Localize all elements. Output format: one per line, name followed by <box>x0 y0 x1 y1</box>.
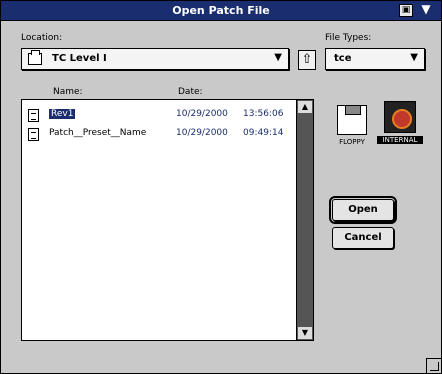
file-name: Rev1 <box>49 109 76 119</box>
file-date: 10/29/2000 <box>176 109 228 119</box>
hard-disk-icon <box>384 101 416 133</box>
floppy-disk-icon <box>337 105 367 135</box>
collapse-triangle-icon[interactable]: ▼ <box>419 3 433 17</box>
file-types-value: tce <box>334 53 352 64</box>
list-item[interactable]: Patch__Preset__Name 10/29/2000 09:49:14 <box>28 127 294 143</box>
document-icon <box>28 109 39 122</box>
document-icon <box>28 128 39 141</box>
scroll-down-arrow-icon[interactable]: ▼ <box>298 327 312 339</box>
file-types-dropdown[interactable]: tce ▼ <box>325 48 425 70</box>
name-column-header[interactable]: Name: <box>53 87 83 97</box>
location-label: Location: <box>21 33 63 43</box>
file-name: Patch__Preset__Name <box>49 128 147 138</box>
folder-icon <box>28 50 42 65</box>
floppy-volume[interactable]: FLOPPY <box>331 105 373 146</box>
file-time: 13:56:06 <box>243 109 284 119</box>
location-dropdown[interactable]: TC Level I ▼ <box>21 48 289 70</box>
internal-label: INTERNAL <box>377 136 423 144</box>
chevron-down-icon: ▼ <box>410 52 418 63</box>
parent-folder-button[interactable]: ⇧ <box>298 50 316 70</box>
open-button[interactable]: Open <box>329 196 397 224</box>
vertical-scrollbar[interactable]: ▲ ▼ <box>296 100 313 340</box>
file-date: 10/29/2000 <box>176 128 228 138</box>
file-time: 09:49:14 <box>243 128 284 138</box>
location-value: TC Level I <box>52 53 107 64</box>
file-list[interactable]: Rev1 10/29/2000 13:56:06 Patch__Preset__… <box>21 99 314 341</box>
cancel-button[interactable]: Cancel <box>332 227 394 249</box>
window-title: Open Patch File <box>172 4 270 17</box>
scroll-up-arrow-icon[interactable]: ▲ <box>298 101 312 113</box>
zoom-box-icon[interactable]: ▣ <box>399 4 413 17</box>
list-item[interactable]: Rev1 10/29/2000 13:56:06 <box>28 108 294 124</box>
chevron-down-icon: ▼ <box>274 52 282 63</box>
floppy-label: FLOPPY <box>339 138 365 146</box>
title-bar[interactable]: Open Patch File ▣ ▼ <box>1 1 441 21</box>
date-column-header[interactable]: Date: <box>178 87 203 97</box>
file-types-label: File Types: <box>325 33 372 43</box>
resize-grip-icon[interactable] <box>426 358 441 373</box>
internal-volume[interactable]: INTERNAL <box>377 101 423 144</box>
open-patch-file-dialog: Open Patch File ▣ ▼ Location: TC Level I… <box>0 0 442 374</box>
